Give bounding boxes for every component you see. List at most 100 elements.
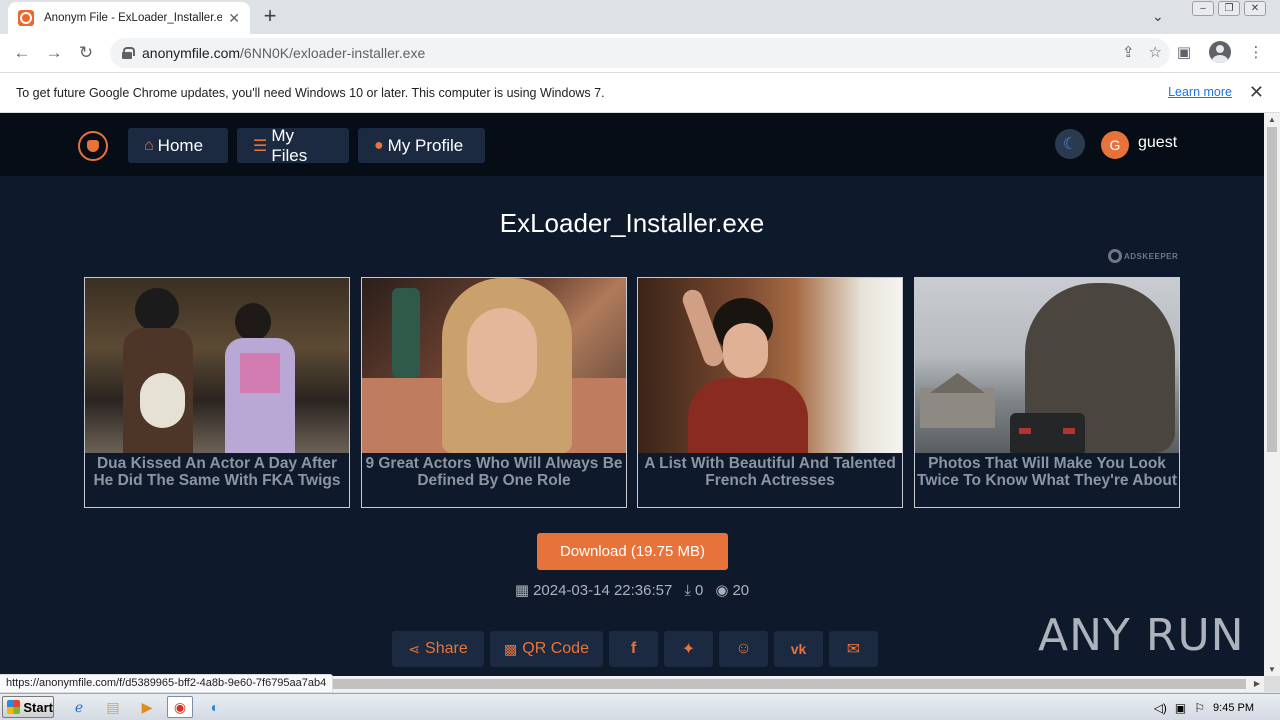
- ad-card[interactable]: 9 Great Actors Who Will Always Be Define…: [361, 277, 627, 508]
- view-count: ◉ 20: [715, 582, 750, 599]
- twitter-icon: ✦: [681, 641, 696, 658]
- chrome-icon[interactable]: ◉: [167, 696, 193, 718]
- ad-caption: 9 Great Actors Who Will Always Be Define…: [365, 455, 623, 489]
- scroll-down-icon[interactable]: ▼: [1268, 665, 1276, 674]
- ad-card[interactable]: A List With Beautiful And Talented Frenc…: [637, 277, 903, 508]
- share-button[interactable]: ⋖ Share: [392, 631, 484, 667]
- learn-more-link[interactable]: Learn more: [1168, 85, 1232, 99]
- qr-code-icon: ▩: [504, 640, 518, 657]
- tab-title: Anonym File - ExLoader_Installer.exe: [44, 12, 222, 24]
- browser-tab[interactable]: Anonym File - ExLoader_Installer.exe ✕: [8, 2, 250, 34]
- bookmark-star-icon[interactable]: ☆: [1149, 43, 1162, 61]
- ad-caption: Photos That Will Make You Look Twice To …: [917, 455, 1178, 489]
- forward-arrow-icon[interactable]: →: [38, 37, 70, 69]
- scroll-right-icon[interactable]: ▶: [1254, 679, 1260, 688]
- adskeeper-logo[interactable]: ADSKEEPER: [1108, 249, 1178, 263]
- lock-icon[interactable]: [122, 47, 135, 59]
- new-tab-button[interactable]: +: [258, 3, 282, 28]
- vk-icon: vk: [790, 641, 807, 657]
- scroll-up-icon[interactable]: ▲: [1268, 115, 1276, 124]
- scrollbar-corner: [1264, 676, 1280, 692]
- download-count: ⤓ 0: [684, 581, 704, 599]
- vertical-scroll-thumb[interactable]: [1267, 127, 1277, 452]
- username[interactable]: guest: [1138, 134, 1177, 152]
- email-share-button[interactable]: ✉: [829, 631, 878, 667]
- update-infobar: To get future Google Chrome updates, you…: [0, 72, 1280, 113]
- clock[interactable]: 9:45 PM: [1213, 702, 1254, 714]
- back-arrow-icon[interactable]: ←: [6, 37, 38, 69]
- download-button[interactable]: Download (19.75 MB): [537, 533, 728, 570]
- facebook-icon: f: [630, 640, 637, 657]
- tab-search-chevron-icon[interactable]: ⌄: [1152, 8, 1164, 25]
- explorer-folder-icon[interactable]: ▤: [100, 696, 126, 718]
- twitter-share-button[interactable]: ✦: [664, 631, 713, 667]
- windows-flag-icon: [7, 700, 21, 714]
- url-path: /6NN0K/exloader-installer.exe: [240, 45, 426, 61]
- eye-icon: ◉: [715, 582, 729, 599]
- user-avatar[interactable]: G: [1101, 131, 1129, 159]
- list-icon: ☰: [253, 137, 268, 155]
- ad-image: [915, 278, 1179, 453]
- nav-my-profile-button[interactable]: ● My Profile: [358, 128, 485, 163]
- share-bar: ⋖ Share ▩ QR Code f ✦ ☺ vk ✉: [392, 631, 878, 667]
- side-panel-icon[interactable]: ▣: [1170, 38, 1198, 66]
- share-page-icon[interactable]: ⇪: [1122, 43, 1135, 61]
- ad-card[interactable]: Photos That Will Make You Look Twice To …: [914, 277, 1180, 508]
- system-tray: ◁) ▣ ⚐ 9:45 PM: [1120, 694, 1280, 720]
- windows-taskbar: Start ℯ ▤ ▶ ◉ ◐ ◁) ▣ ⚐ 9:45 PM: [0, 693, 1280, 720]
- url-host: anonymfile.com: [142, 45, 241, 61]
- restore-button[interactable]: ❐: [1218, 1, 1240, 16]
- page-content: ⌂ Home ☰ My Files ● My Profile ☾ G guest…: [0, 113, 1264, 676]
- file-title: ExLoader_Installer.exe: [499, 208, 765, 238]
- anyrun-watermark: ANY RUN: [1038, 610, 1245, 661]
- vertical-scrollbar[interactable]: ▲ ▼: [1264, 113, 1280, 676]
- nav-home-label: Home: [157, 135, 204, 155]
- ad-image: [362, 278, 626, 453]
- ad-card[interactable]: Dua Kissed An Actor A Day After He Did T…: [84, 277, 350, 508]
- start-button[interactable]: Start: [2, 696, 54, 718]
- file-meta: ▦ 2024-03-14 22:36:57 ⤓ 0 ◉ 20: [0, 581, 1264, 600]
- envelope-icon: ✉: [846, 641, 861, 658]
- share-icon: ⋖: [408, 640, 421, 657]
- infobar-message: To get future Google Chrome updates, you…: [16, 85, 605, 100]
- network-icon[interactable]: ▣: [1175, 701, 1186, 715]
- share-label: Share: [425, 640, 468, 657]
- browser-toolbar: ← → ↻ anonymfile.com /6NN0K/exloader-ins…: [0, 34, 1280, 72]
- nav-home-button[interactable]: ⌂ Home: [128, 128, 228, 163]
- ad-image: [638, 278, 902, 453]
- media-player-icon[interactable]: ▶: [134, 696, 160, 718]
- profile-icon[interactable]: [1206, 38, 1234, 66]
- ie-icon[interactable]: ℯ: [66, 696, 92, 718]
- tab-close-icon[interactable]: ✕: [228, 10, 240, 27]
- ad-caption: A List With Beautiful And Talented Frenc…: [644, 455, 896, 489]
- ad-grid: Dua Kissed An Actor A Day After He Did T…: [84, 277, 1180, 508]
- vk-share-button[interactable]: vk: [774, 631, 823, 667]
- nav-my-files-button[interactable]: ☰ My Files: [237, 125, 349, 165]
- reload-icon[interactable]: ↻: [70, 37, 102, 69]
- volume-icon[interactable]: ◁): [1154, 701, 1167, 715]
- infobar-close-icon[interactable]: ✕: [1249, 82, 1264, 103]
- dark-mode-toggle-moon-icon[interactable]: ☾: [1055, 129, 1085, 159]
- status-bar-url: https://anonymfile.com/f/d5389965-bff2-4…: [0, 674, 334, 693]
- reddit-icon: ☺: [735, 640, 752, 657]
- start-label: Start: [23, 699, 53, 715]
- reddit-share-button[interactable]: ☺: [719, 631, 768, 667]
- calendar-icon: ▦: [514, 582, 530, 599]
- upload-date: ▦ 2024-03-14 22:36:57: [514, 582, 673, 599]
- download-icon: ⤓: [684, 581, 691, 599]
- edge-icon[interactable]: ◐: [202, 696, 228, 718]
- menu-kebab-icon[interactable]: ⋮: [1242, 38, 1270, 66]
- key-icon: [1108, 249, 1122, 263]
- tab-strip: Anonym File - ExLoader_Installer.exe ✕ +…: [0, 0, 1280, 34]
- nav-my-files-label: My Files: [271, 125, 308, 165]
- ad-image: [85, 278, 349, 453]
- qr-code-button[interactable]: ▩ QR Code: [490, 631, 603, 667]
- close-window-button[interactable]: ✕: [1244, 1, 1266, 16]
- minimize-button[interactable]: –: [1192, 1, 1214, 16]
- action-center-flag-icon[interactable]: ⚐: [1194, 701, 1205, 715]
- address-bar[interactable]: anonymfile.com /6NN0K/exloader-installer…: [110, 38, 1170, 68]
- qr-code-label: QR Code: [522, 640, 589, 657]
- facebook-share-button[interactable]: f: [609, 631, 658, 667]
- site-logo-icon[interactable]: [78, 131, 108, 161]
- ad-network-label: ADSKEEPER: [1124, 251, 1179, 261]
